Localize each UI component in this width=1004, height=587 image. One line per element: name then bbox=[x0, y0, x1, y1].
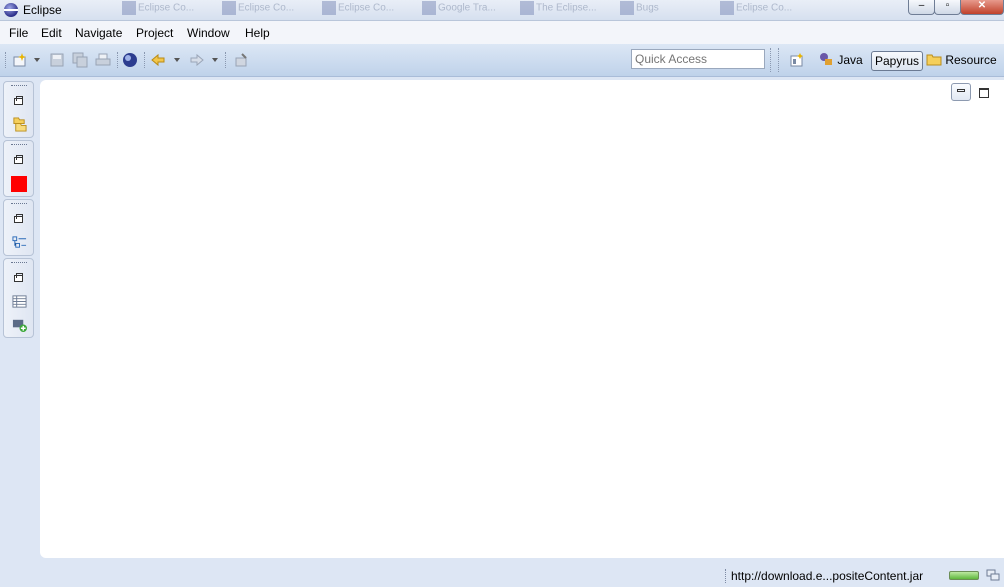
trim-grip[interactable] bbox=[11, 203, 27, 206]
perspective-papyrus[interactable]: Papyrus bbox=[871, 51, 923, 71]
toolbar-separator bbox=[144, 52, 146, 68]
minimize-editor-button[interactable] bbox=[951, 83, 971, 101]
save-icon[interactable] bbox=[49, 52, 65, 68]
new-dropdown-arrow[interactable] bbox=[34, 58, 40, 62]
taskbar-tab[interactable]: Bugs bbox=[620, 1, 710, 17]
outline-icon[interactable] bbox=[12, 235, 27, 250]
taskbar-tab[interactable]: Google Tra... bbox=[422, 1, 512, 17]
red-square-icon[interactable] bbox=[11, 176, 27, 192]
save-all-icon[interactable] bbox=[72, 52, 88, 68]
eclipse-logo-icon bbox=[4, 3, 18, 17]
open-perspective-globe-icon[interactable] bbox=[122, 52, 138, 68]
perspective-java-label: Java bbox=[837, 53, 863, 67]
editor-area[interactable] bbox=[40, 80, 1004, 558]
menu-edit[interactable]: Edit bbox=[41, 26, 62, 40]
toolbar-grip bbox=[5, 52, 7, 68]
taskbar-tab[interactable]: The Eclipse... bbox=[520, 1, 610, 17]
trim-group-outline bbox=[3, 199, 34, 256]
perspective-resource-label: Resource bbox=[945, 53, 997, 67]
restore-icon[interactable] bbox=[14, 155, 23, 164]
trim-group-properties bbox=[3, 258, 34, 338]
resource-folder-icon bbox=[926, 54, 942, 66]
restore-icon[interactable] bbox=[14, 96, 23, 105]
new-file-icon[interactable] bbox=[12, 52, 28, 68]
add-console-icon[interactable] bbox=[12, 317, 27, 332]
maximize-editor-button[interactable] bbox=[979, 88, 989, 98]
toolbar-separator bbox=[117, 52, 119, 68]
window-title: Eclipse bbox=[23, 3, 62, 17]
project-explorer-icon[interactable] bbox=[12, 117, 27, 132]
main-toolbar: Java Papyrus Resource bbox=[0, 44, 1004, 77]
status-download-text: http://download.e...positeContent.jar bbox=[731, 569, 924, 583]
progress-view-icon[interactable] bbox=[986, 569, 1000, 581]
toolbar-separator bbox=[778, 48, 780, 72]
progress-bar[interactable] bbox=[949, 571, 979, 580]
taskbar-tab[interactable]: Eclipse Co... bbox=[322, 1, 412, 17]
trim-grip[interactable] bbox=[11, 144, 27, 147]
minimize-button[interactable]: – bbox=[908, 0, 935, 15]
maximize-button[interactable]: ▫ bbox=[934, 0, 961, 15]
perspective-java[interactable]: Java bbox=[818, 50, 863, 70]
trim-grip[interactable] bbox=[11, 85, 27, 88]
trim-grip[interactable] bbox=[11, 262, 27, 265]
back-arrow-icon[interactable] bbox=[150, 52, 166, 68]
pin-editor-icon[interactable] bbox=[233, 52, 249, 68]
taskbar-tab[interactable]: Eclipse Co... bbox=[720, 1, 810, 17]
restore-icon[interactable] bbox=[14, 214, 23, 223]
perspective-papyrus-label: Papyrus bbox=[874, 54, 920, 68]
menu-file[interactable]: File bbox=[9, 26, 28, 40]
java-perspective-icon bbox=[820, 53, 832, 65]
restore-icon[interactable] bbox=[14, 273, 23, 282]
menu-help[interactable]: Help bbox=[245, 26, 270, 40]
menu-navigate[interactable]: Navigate bbox=[75, 26, 122, 40]
title-bar: Eclipse Eclipse Co... Eclipse Co... Ecli… bbox=[0, 0, 1004, 21]
toolbar-separator bbox=[225, 52, 227, 68]
menu-window[interactable]: Window bbox=[187, 26, 230, 40]
taskbar-tab[interactable]: Eclipse Co... bbox=[122, 1, 212, 17]
status-separator bbox=[725, 569, 726, 583]
back-dropdown-arrow[interactable] bbox=[174, 58, 180, 62]
trim-group-project-explorer bbox=[3, 81, 34, 138]
perspective-resource[interactable]: Resource bbox=[926, 50, 997, 70]
open-perspective-icon[interactable] bbox=[789, 52, 805, 68]
toolbar-grip bbox=[770, 48, 772, 72]
forward-arrow-icon[interactable] bbox=[189, 52, 205, 68]
print-icon[interactable] bbox=[95, 52, 111, 68]
trim-group-problems bbox=[3, 140, 34, 197]
forward-dropdown-arrow[interactable] bbox=[212, 58, 218, 62]
status-bar: http://download.e...positeContent.jar bbox=[0, 560, 1004, 587]
quick-access-input[interactable] bbox=[631, 49, 765, 69]
left-trim-stack bbox=[3, 81, 34, 338]
properties-table-icon[interactable] bbox=[12, 294, 27, 309]
menu-project[interactable]: Project bbox=[136, 26, 173, 40]
close-button[interactable]: ✕ bbox=[960, 0, 1004, 15]
menu-bar: File Edit Navigate Project Window Help bbox=[0, 21, 1004, 44]
taskbar-tab[interactable]: Eclipse Co... bbox=[222, 1, 312, 17]
